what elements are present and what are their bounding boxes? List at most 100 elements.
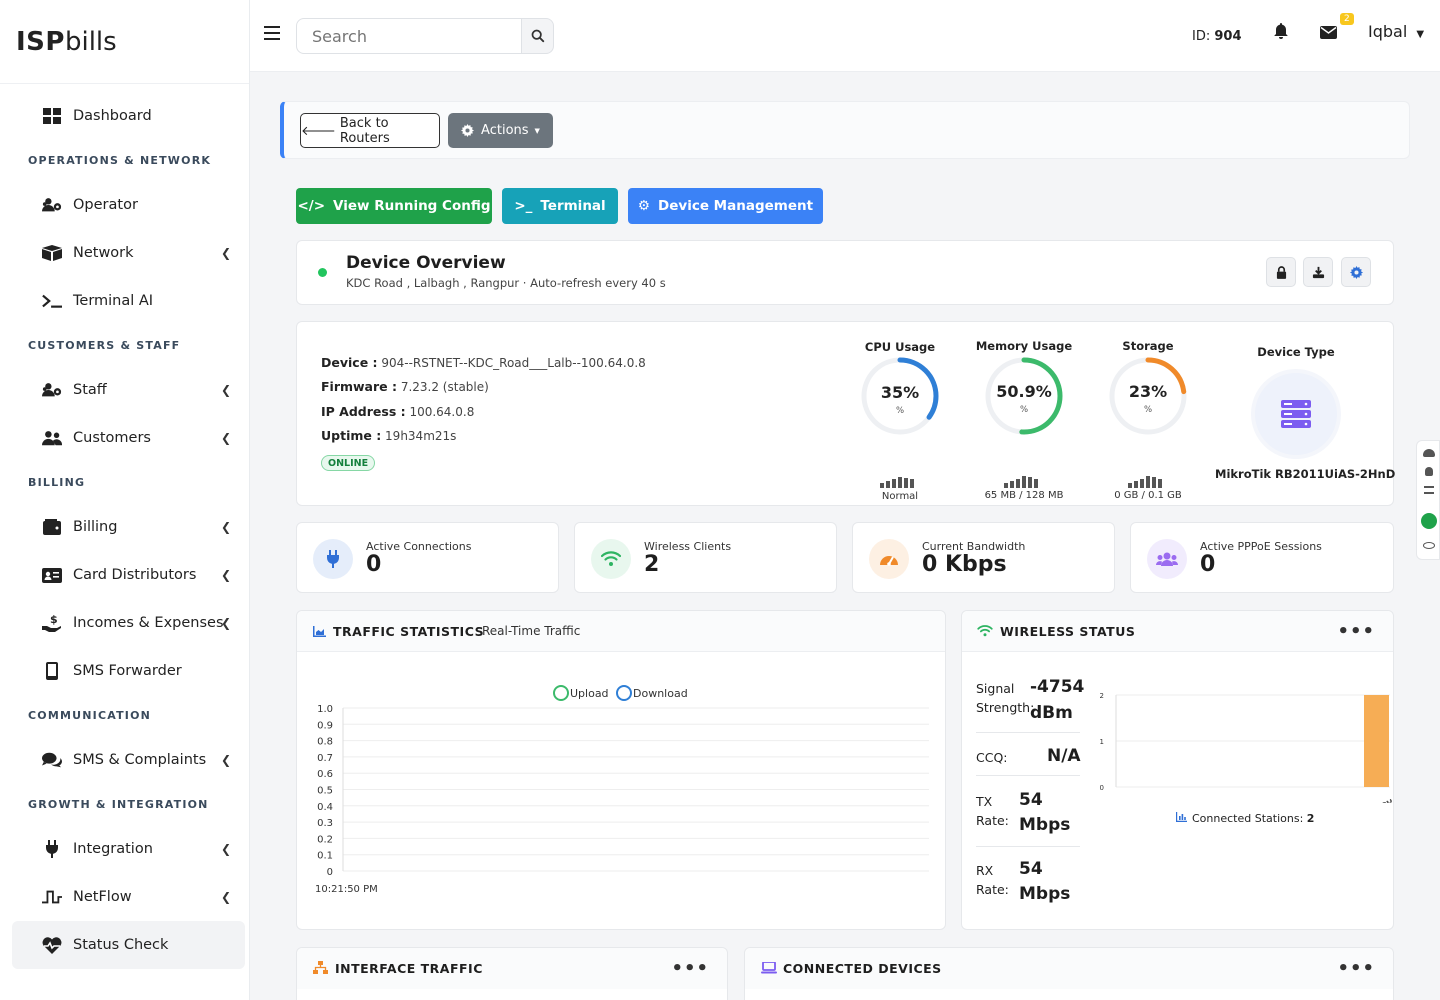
sidebar-item-incomes-expenses[interactable]: $ Incomes & Expenses ❮	[12, 599, 245, 647]
comments-icon	[42, 751, 62, 769]
traffic-line-chart: 1.0 0.9 0.8 0.7 0.6 0.5 0.4 0.3 0.2 0.1 0 10:21:50 …	[315, 685, 929, 895]
firmware: Firmware : 7.23.2 (stable)	[321, 379, 489, 394]
device-type: Device Type MikroTik RB2011UiAS-2HnD	[1215, 345, 1396, 481]
wallet-icon	[42, 518, 62, 536]
lock-icon	[1276, 265, 1286, 279]
sidebar-item-dashboard[interactable]: Dashboard	[12, 92, 245, 140]
y-tick-label: 0.8	[317, 737, 333, 748]
tx-value: 54	[1019, 790, 1043, 810]
sidebar-item-label: Incomes & Expenses	[73, 615, 224, 631]
sidebar-item-sms-forwarder[interactable]: SMS Forwarder	[12, 647, 245, 695]
sidebar-item-netflow[interactable]: NetFlow ❮	[12, 873, 245, 921]
sidebar-item-label: Integration	[73, 841, 153, 857]
network-icon	[42, 244, 62, 262]
sidebar-item-sms-complaints[interactable]: SMS & Complaints ❮	[12, 736, 245, 784]
download-button[interactable]	[1303, 257, 1333, 287]
caret-down-icon: ▼	[534, 126, 540, 135]
sidebar-item-label: Billing	[73, 519, 118, 535]
terminal-button[interactable]: >_ Terminal	[502, 188, 618, 224]
device-model: MikroTik RB2011UiAS-2HnD	[1215, 467, 1396, 481]
device-name: Device : 904--RSTNET--KDC_Road___Lalb--1…	[321, 355, 646, 370]
sitemap-icon	[313, 961, 328, 974]
chevron-left-icon: ❮	[220, 246, 231, 260]
users-icon[interactable]	[1423, 449, 1435, 457]
chevron-left-icon: ❮	[220, 383, 231, 397]
view-running-config-button[interactable]: </> View Running Config	[296, 188, 492, 224]
chevron-left-icon: ❮	[220, 616, 231, 630]
plug-icon	[313, 539, 353, 579]
search-input[interactable]	[296, 18, 522, 54]
sidebar-item-billing[interactable]: Billing ❮	[12, 503, 245, 551]
y-tick-label: 0.1	[317, 851, 333, 862]
sidebar-item-operator[interactable]: Operator	[12, 181, 245, 229]
signal-label: Signal	[976, 681, 1015, 696]
sidebar-item-label: Staff	[73, 382, 107, 398]
sidebar-item-staff[interactable]: Staff ❮	[12, 366, 245, 414]
device-info-card: Device : 904--RSTNET--KDC_Road___Lalb--1…	[296, 321, 1396, 506]
search-button[interactable]	[522, 18, 554, 54]
y-tick-label: 2	[1100, 692, 1104, 700]
legend-label-upload: Upload	[570, 687, 609, 700]
wifi-icon	[977, 625, 993, 637]
actions-dropdown-button[interactable]: Actions ▼	[448, 113, 553, 148]
chevron-left-icon: ❮	[220, 520, 231, 534]
id-card-icon	[42, 566, 62, 584]
interface-traffic-card: INTERFACE TRAFFIC •••	[296, 947, 728, 1000]
sidebar-item-terminal-ai[interactable]: Terminal AI	[12, 277, 245, 325]
hand-dollar-icon: $	[42, 614, 62, 632]
cogs-icon: ⚙	[637, 198, 651, 214]
lock-button[interactable]	[1266, 257, 1296, 287]
topbar: ID: 904 2 Iqbal ▼	[250, 0, 1440, 72]
cog-icon	[461, 124, 475, 137]
hamburger-icon[interactable]	[264, 26, 280, 40]
main-content: 🡐 Back to Routers Actions ▼ </> View Runnin…	[250, 72, 1440, 1000]
uptime: Uptime : 19h34m21s	[321, 428, 457, 443]
floating-toolbar	[1416, 440, 1440, 560]
chart-area-icon	[313, 626, 326, 637]
device-management-button[interactable]: ⚙ Device Management	[628, 188, 823, 224]
y-tick-label: 0.3	[317, 818, 333, 829]
cpu-gauge: CPU Usage 35% % Normal	[861, 340, 939, 502]
brand-logo[interactable]: ISP bills	[0, 0, 249, 84]
traffic-statistics-card: TRAFFIC STATISTICS Real-Time Traffic 1.0…	[296, 610, 946, 930]
sidebar-item-label: NetFlow	[73, 889, 132, 905]
settings-button[interactable]	[1341, 257, 1371, 287]
device-type-circle	[1251, 369, 1341, 459]
chevron-left-icon: ❮	[220, 753, 231, 767]
sidebar-item-label: Customers	[73, 430, 151, 446]
terminal-icon: >_	[514, 198, 533, 214]
sidebar-item-status-check[interactable]: Status Check	[12, 921, 245, 969]
users-icon	[42, 429, 62, 447]
terminal-icon	[42, 292, 62, 310]
envelope-icon[interactable]	[1320, 24, 1337, 43]
sidebar-item-integration[interactable]: Integration ❮	[12, 825, 245, 873]
user-icon[interactable]	[1425, 467, 1433, 476]
back-to-routers-button[interactable]: 🡐 Back to Routers	[300, 113, 440, 148]
tx-label: TX	[976, 794, 993, 809]
download-icon	[1312, 266, 1324, 278]
signal-unit: dBm	[1030, 703, 1073, 723]
page-title: Device Overview	[346, 253, 506, 273]
bell-icon[interactable]	[1273, 22, 1289, 44]
list-icon[interactable]	[1424, 486, 1434, 494]
more-options-icon[interactable]: •••	[1337, 621, 1375, 642]
rx-unit: Mbps	[1019, 884, 1071, 904]
sidebar-item-network[interactable]: Network ❮	[12, 229, 245, 277]
y-tick-label: 0.5	[317, 786, 333, 797]
sidebar-section-operations-network: OPERATIONS & NETWORK	[28, 154, 212, 167]
terminal-icon[interactable]	[1421, 513, 1437, 529]
more-options-icon[interactable]: •••	[671, 958, 709, 979]
sidebar-item-customers[interactable]: Customers ❮	[12, 414, 245, 462]
sidebar-item-card-distributors[interactable]: Card Distributors ❮	[12, 551, 245, 599]
eye-slash-icon[interactable]	[1423, 542, 1435, 549]
users-cog-icon	[42, 196, 62, 214]
sidebar-item-label: Network	[73, 245, 134, 261]
caret-down-icon: ▼	[1416, 29, 1425, 40]
more-options-icon[interactable]: •••	[1337, 958, 1375, 979]
server-icon	[1281, 400, 1311, 428]
user-menu[interactable]: Iqbal ▼	[1368, 22, 1424, 41]
sidebar-item-label: SMS & Complaints	[73, 752, 207, 768]
sidebar-item-label: Status Check	[73, 937, 169, 953]
mail-count-badge: 2	[1340, 13, 1354, 25]
heartbeat-icon	[42, 936, 62, 954]
